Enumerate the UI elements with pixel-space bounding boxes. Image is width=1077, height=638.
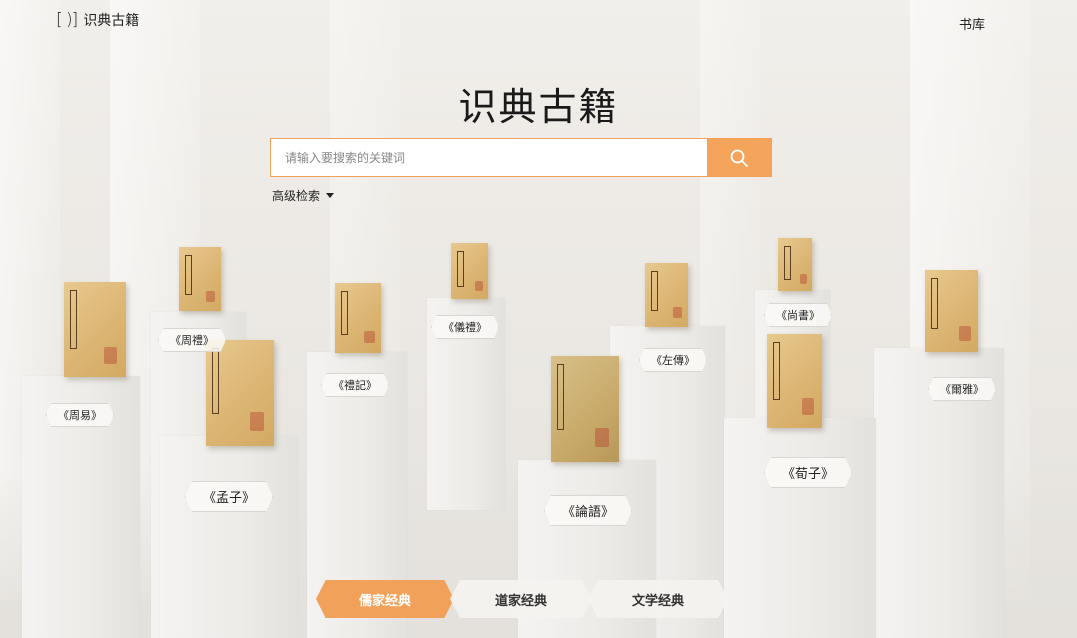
advanced-search-toggle[interactable]: 高级检索 (272, 187, 335, 204)
book-label-zhouyi[interactable]: 《周易》 (46, 403, 114, 427)
tab-literary-classics[interactable]: 文学经典 (588, 580, 728, 618)
book-label-zuozhuan[interactable]: 《左傳》 (639, 348, 707, 372)
tab-confucian-classics[interactable]: 儒家经典 (316, 580, 454, 618)
advanced-search-label: 高级检索 (272, 189, 321, 203)
search-input[interactable] (271, 139, 707, 176)
logo[interactable]: [ )] 识典古籍 (56, 10, 139, 30)
book-label-shangshu[interactable]: 《尚書》 (764, 303, 832, 327)
category-tabs: 儒家经典 道家经典 文学经典 (316, 580, 728, 618)
tab-label: 儒家经典 (358, 593, 411, 609)
book-cover-yili[interactable] (451, 243, 488, 299)
book-label-lunyu[interactable]: 《論語》 (544, 495, 632, 526)
book-label-xunzi[interactable]: 《荀子》 (764, 457, 852, 488)
tab-label: 道家经典 (494, 593, 547, 609)
search-icon (730, 149, 748, 167)
book-cover-liji[interactable] (335, 283, 381, 353)
book-cover-xunzi[interactable] (767, 334, 822, 428)
logo-text: 识典古籍 (83, 13, 140, 29)
search-button[interactable] (707, 139, 771, 176)
book-label-yili[interactable]: 《儀禮》 (431, 315, 499, 339)
book-cover-erya[interactable] (925, 270, 978, 352)
book-label-zhouli[interactable]: 《周禮》 (158, 328, 226, 352)
caret-down-icon (326, 193, 335, 198)
book-cover-shangshu[interactable] (778, 238, 812, 291)
book-label-liji[interactable]: 《禮記》 (321, 373, 389, 397)
pedestal (160, 436, 298, 638)
book-cover-zhouli[interactable] (179, 247, 221, 311)
search-bar (270, 138, 772, 177)
book-cover-zhouyi[interactable] (64, 282, 126, 377)
tab-label: 文学经典 (631, 593, 684, 609)
book-label-erya[interactable]: 《爾雅》 (928, 377, 996, 401)
book-cover-lunyu[interactable] (551, 356, 619, 462)
logo-mark-icon: [ )] (56, 10, 78, 30)
book-cover-zuozhuan[interactable] (645, 263, 688, 327)
book-cover-mengzi[interactable] (206, 340, 274, 446)
pedestal (724, 418, 876, 638)
page-title: 识典古籍 (458, 85, 619, 129)
tab-taoist-classics[interactable]: 道家经典 (450, 580, 592, 618)
nav-library-link[interactable]: 书库 (959, 14, 985, 33)
book-label-mengzi[interactable]: 《孟子》 (185, 481, 273, 512)
